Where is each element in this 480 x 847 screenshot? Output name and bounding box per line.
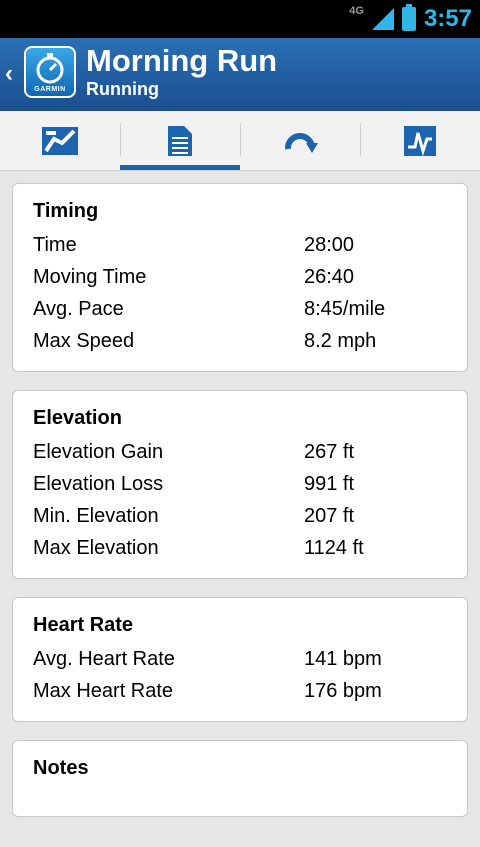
stat-value: 1124 ft xyxy=(304,536,364,559)
logo-text: GARMIN xyxy=(34,86,66,93)
stat-row: Time 28:00 xyxy=(33,229,447,261)
loop-laps-icon xyxy=(284,132,318,153)
document-details-icon xyxy=(168,125,192,156)
stat-value: 141 bpm xyxy=(304,647,382,670)
stat-label: Max Elevation xyxy=(33,536,159,559)
stat-value: 991 ft xyxy=(304,472,355,495)
stat-value: 267 ft xyxy=(304,440,355,463)
tab-bar xyxy=(0,111,480,171)
tab-map[interactable] xyxy=(0,111,120,170)
stat-row: Avg. Heart Rate 141 bpm xyxy=(33,643,447,675)
stat-value: 26:40 xyxy=(304,265,355,288)
status-bar: 4G 3:57 xyxy=(0,0,480,38)
notes-card[interactable]: Notes xyxy=(12,740,468,817)
stat-value: 28:00 xyxy=(304,233,355,256)
tab-details[interactable] xyxy=(120,111,240,170)
stat-row: Avg. Pace 8:45/mile xyxy=(33,293,447,325)
stat-row: Moving Time 26:40 xyxy=(33,261,447,293)
status-clock: 3:57 xyxy=(423,5,472,32)
section-title: Notes xyxy=(33,757,89,779)
stat-row: Max Heart Rate 176 bpm xyxy=(33,675,447,707)
stat-value: 176 bpm xyxy=(304,679,382,702)
heart-rate-card: Heart Rate Avg. Heart Rate 141 bpm Max He… xyxy=(12,597,468,722)
section-title: Elevation xyxy=(33,407,122,429)
graph-chart-icon xyxy=(404,125,436,156)
network-type-label: 4G xyxy=(349,5,364,17)
stat-label: Max Speed xyxy=(33,329,135,352)
stat-label: Elevation Gain xyxy=(33,440,164,463)
stat-row: Min. Elevation 207 ft xyxy=(33,500,447,532)
stat-label: Max Heart Rate xyxy=(33,679,174,702)
stat-value: 207 ft xyxy=(304,504,355,527)
stat-label: Moving Time xyxy=(33,265,147,288)
back-chevron-icon[interactable]: ‹ xyxy=(5,60,13,88)
stat-label: Elevation Loss xyxy=(33,472,164,495)
stat-label: Avg. Pace xyxy=(33,297,124,320)
stat-label: Avg. Heart Rate xyxy=(33,647,175,670)
map-route-icon xyxy=(42,126,78,155)
battery-icon xyxy=(401,4,416,31)
timing-card: Timing Time 28:00 Moving Time 26:40 Avg. P… xyxy=(12,183,468,372)
page-title: Morning Run xyxy=(86,43,278,78)
stat-value: 8.2 mph xyxy=(304,329,377,352)
stopwatch-icon xyxy=(36,53,64,84)
content-area: Timing Time 28:00 Moving Time 26:40 Avg. P… xyxy=(0,171,480,847)
stat-row: Max Speed 8.2 mph xyxy=(33,325,447,357)
elevation-card: Elevation Elevation Gain 267 ft Elevation… xyxy=(12,390,468,579)
signal-icon xyxy=(371,8,394,30)
tab-graph[interactable] xyxy=(360,111,480,170)
garmin-logo[interactable]: GARMIN xyxy=(24,46,76,98)
stat-row: Elevation Gain 267 ft xyxy=(33,436,447,468)
app-header: ‹ GARMIN Morning Run Running xyxy=(0,38,480,111)
page-subtitle: Running xyxy=(86,79,159,99)
stat-label: Time xyxy=(33,233,77,256)
section-title: Heart Rate xyxy=(33,614,134,636)
stat-row: Max Elevation 1124 ft xyxy=(33,532,447,564)
tab-laps[interactable] xyxy=(240,111,360,170)
stat-value: 8:45/mile xyxy=(304,297,386,320)
section-title: Timing xyxy=(33,200,99,222)
stat-row: Elevation Loss 991 ft xyxy=(33,468,447,500)
stat-label: Min. Elevation xyxy=(33,504,159,527)
